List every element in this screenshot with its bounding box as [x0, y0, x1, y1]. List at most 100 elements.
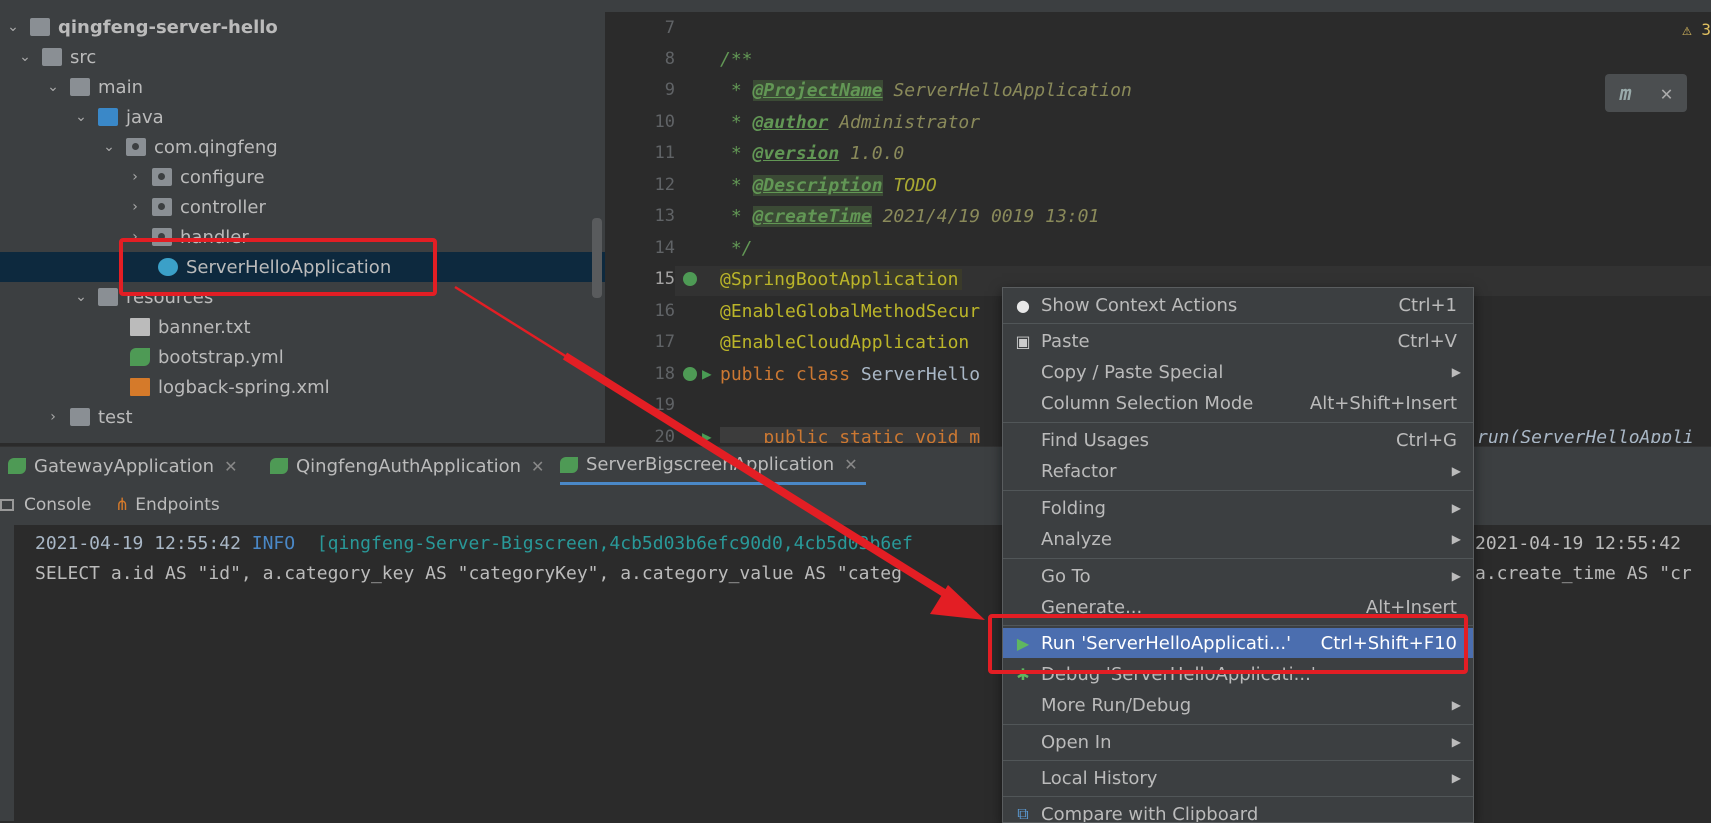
- line-number: 15: [605, 269, 675, 289]
- submenu-arrow-icon: ▶: [1452, 532, 1461, 546]
- menu-item-find-usages[interactable]: Find Usages Ctrl+G: [1003, 425, 1473, 455]
- run-tab-auth[interactable]: QingfengAuthApplication ✕: [270, 447, 544, 485]
- submenu-arrow-icon: ▶: [1452, 464, 1461, 478]
- submenu-arrow-icon: ▶: [1452, 501, 1461, 515]
- line-number: 12: [605, 175, 675, 195]
- chevron-right-icon[interactable]: ›: [128, 200, 142, 214]
- menu-separator: [1003, 490, 1473, 491]
- run-gutter-icon[interactable]: ▶: [702, 427, 712, 443]
- tree-item-root[interactable]: ⌄ qingfeng-server-hello: [0, 12, 605, 42]
- line-number: 8: [605, 49, 675, 69]
- warning-indicator[interactable]: ⚠ 3: [1682, 20, 1711, 39]
- tree-item-label: logback-spring.xml: [158, 377, 330, 398]
- doc-value: TODO: [883, 175, 937, 196]
- menu-item-go-to[interactable]: Go To ▶: [1003, 561, 1473, 591]
- chevron-down-icon[interactable]: ⌄: [6, 20, 20, 34]
- close-icon[interactable]: ✕: [844, 455, 857, 474]
- menu-item-compare-clipboard[interactable]: ⧉ Compare with Clipboard: [1003, 799, 1473, 823]
- menu-item-local-history[interactable]: Local History ▶: [1003, 763, 1473, 793]
- tree-scrollbar[interactable]: [592, 218, 602, 298]
- spring-boot-icon: [560, 457, 578, 473]
- warning-count: 3: [1701, 20, 1711, 39]
- code-line-13: * @createTime 2021/4/19 0019 13:01: [720, 206, 1099, 227]
- lightbulb-icon: ●: [1013, 295, 1033, 315]
- doc-tag: @Description: [753, 175, 883, 196]
- tree-item-logback[interactable]: logback-spring.xml: [0, 372, 605, 402]
- line-number: 18: [605, 364, 675, 384]
- code-line-20-right: run(ServerHelloAppli: [1477, 427, 1694, 443]
- folder-icon: [70, 408, 90, 426]
- tree-item-controller[interactable]: › controller: [0, 192, 605, 222]
- close-icon[interactable]: ✕: [1660, 81, 1672, 105]
- doc-value: 2021/4/19 0019 13:01: [872, 206, 1100, 227]
- annotation: @EnableCloudApplication: [720, 332, 969, 353]
- spring-boot-icon: [270, 458, 288, 474]
- close-icon[interactable]: ✕: [531, 457, 544, 476]
- chevron-right-icon[interactable]: ›: [128, 170, 142, 184]
- code-line-8: /**: [720, 49, 753, 70]
- menu-item-copy-paste-special[interactable]: Copy / Paste Special ▶: [1003, 357, 1473, 387]
- run-tab-label: ServerBigscreenApplication: [586, 454, 834, 475]
- chevron-down-icon[interactable]: ⌄: [74, 110, 88, 124]
- line-number: 13: [605, 206, 675, 226]
- menu-item-label: Compare with Clipboard: [1041, 804, 1258, 823]
- tree-item-src[interactable]: ⌄ src: [0, 42, 605, 72]
- tree-item-main[interactable]: ⌄ main: [0, 72, 605, 102]
- tab-label: Console: [24, 495, 92, 515]
- chevron-down-icon[interactable]: ⌄: [74, 290, 88, 304]
- annotation: @SpringBootApplication: [720, 269, 958, 290]
- maven-reload-icon[interactable]: m: [1619, 81, 1631, 105]
- tree-item-bootstrap[interactable]: bootstrap.yml: [0, 342, 605, 372]
- line-number: 7: [605, 18, 675, 38]
- chevron-down-icon[interactable]: ⌄: [102, 140, 116, 154]
- menu-item-more-run-debug[interactable]: More Run/Debug ▶: [1003, 690, 1473, 720]
- doc-comment: */: [720, 238, 753, 259]
- tab-console[interactable]: Console: [0, 485, 92, 525]
- tree-item-banner[interactable]: banner.txt: [0, 312, 605, 342]
- code-line-20: public static void m: [720, 427, 980, 443]
- line-number: 19: [605, 395, 675, 415]
- menu-item-shortcut: Ctrl+G: [1396, 430, 1457, 451]
- chevron-down-icon[interactable]: ⌄: [18, 50, 32, 64]
- tab-endpoints[interactable]: ⋔ Endpoints: [115, 485, 220, 525]
- close-icon[interactable]: ✕: [224, 457, 237, 476]
- project-tree: ⌄ qingfeng-server-hello ⌄ src ⌄ main ⌄ j…: [0, 0, 605, 443]
- tree-item-test[interactable]: › test: [0, 402, 605, 432]
- menu-item-open-in[interactable]: Open In ▶: [1003, 727, 1473, 757]
- run-tab-bigscreen[interactable]: ServerBigscreenApplication ✕: [560, 447, 866, 485]
- xml-file-icon: [130, 378, 150, 396]
- chevron-down-icon[interactable]: ⌄: [46, 80, 60, 94]
- code-line-11: * @version 1.0.0: [720, 143, 904, 164]
- endpoints-icon: ⋔: [115, 495, 129, 515]
- menu-item-label: Show Context Actions: [1041, 295, 1237, 316]
- menu-item-shortcut: Alt+Shift+Insert: [1310, 393, 1457, 414]
- run-gutter-icon[interactable]: ▶: [702, 364, 712, 383]
- menu-item-label: Analyze: [1041, 529, 1112, 550]
- annotation: @EnableGlobalMethodSecur: [720, 301, 980, 322]
- class-name: ServerHello: [861, 364, 980, 385]
- spring-bean-gutter-icon[interactable]: [683, 367, 697, 381]
- menu-item-shortcut: Ctrl+V: [1398, 331, 1457, 352]
- tree-item-java[interactable]: ⌄ java: [0, 102, 605, 132]
- tree-item-package[interactable]: ⌄ com.qingfeng: [0, 132, 605, 162]
- spring-bean-gutter-icon[interactable]: [683, 272, 697, 286]
- line-number: 11: [605, 143, 675, 163]
- log-date: 2021-04-19 12:55:42: [1475, 533, 1692, 554]
- folder-icon: [70, 78, 90, 96]
- tree-item-configure[interactable]: › configure: [0, 162, 605, 192]
- menu-item-column-selection-mode[interactable]: Column Selection Mode Alt+Shift+Insert: [1003, 388, 1473, 418]
- code-line-15: @SpringBootApplication: [720, 269, 962, 290]
- menu-item-analyze[interactable]: Analyze ▶: [1003, 524, 1473, 554]
- menu-item-label: Copy / Paste Special: [1041, 362, 1223, 383]
- menu-item-paste[interactable]: ▣ Paste Ctrl+V: [1003, 326, 1473, 356]
- menu-item-folding[interactable]: Folding ▶: [1003, 493, 1473, 523]
- doc-value: 1.0.0: [839, 143, 904, 164]
- chevron-right-icon[interactable]: ›: [46, 410, 60, 424]
- tree-item-label: com.qingfeng: [154, 137, 278, 158]
- source-folder-icon: [98, 108, 118, 126]
- menu-item-label: Column Selection Mode: [1041, 393, 1253, 414]
- run-tab-gateway[interactable]: GatewayApplication ✕: [8, 447, 238, 485]
- log-text: SELECT a.id AS "id", a.category_key AS "…: [35, 563, 902, 584]
- menu-item-show-context-actions[interactable]: ● Show Context Actions Ctrl+1: [1003, 290, 1473, 320]
- menu-item-refactor[interactable]: Refactor ▶: [1003, 456, 1473, 486]
